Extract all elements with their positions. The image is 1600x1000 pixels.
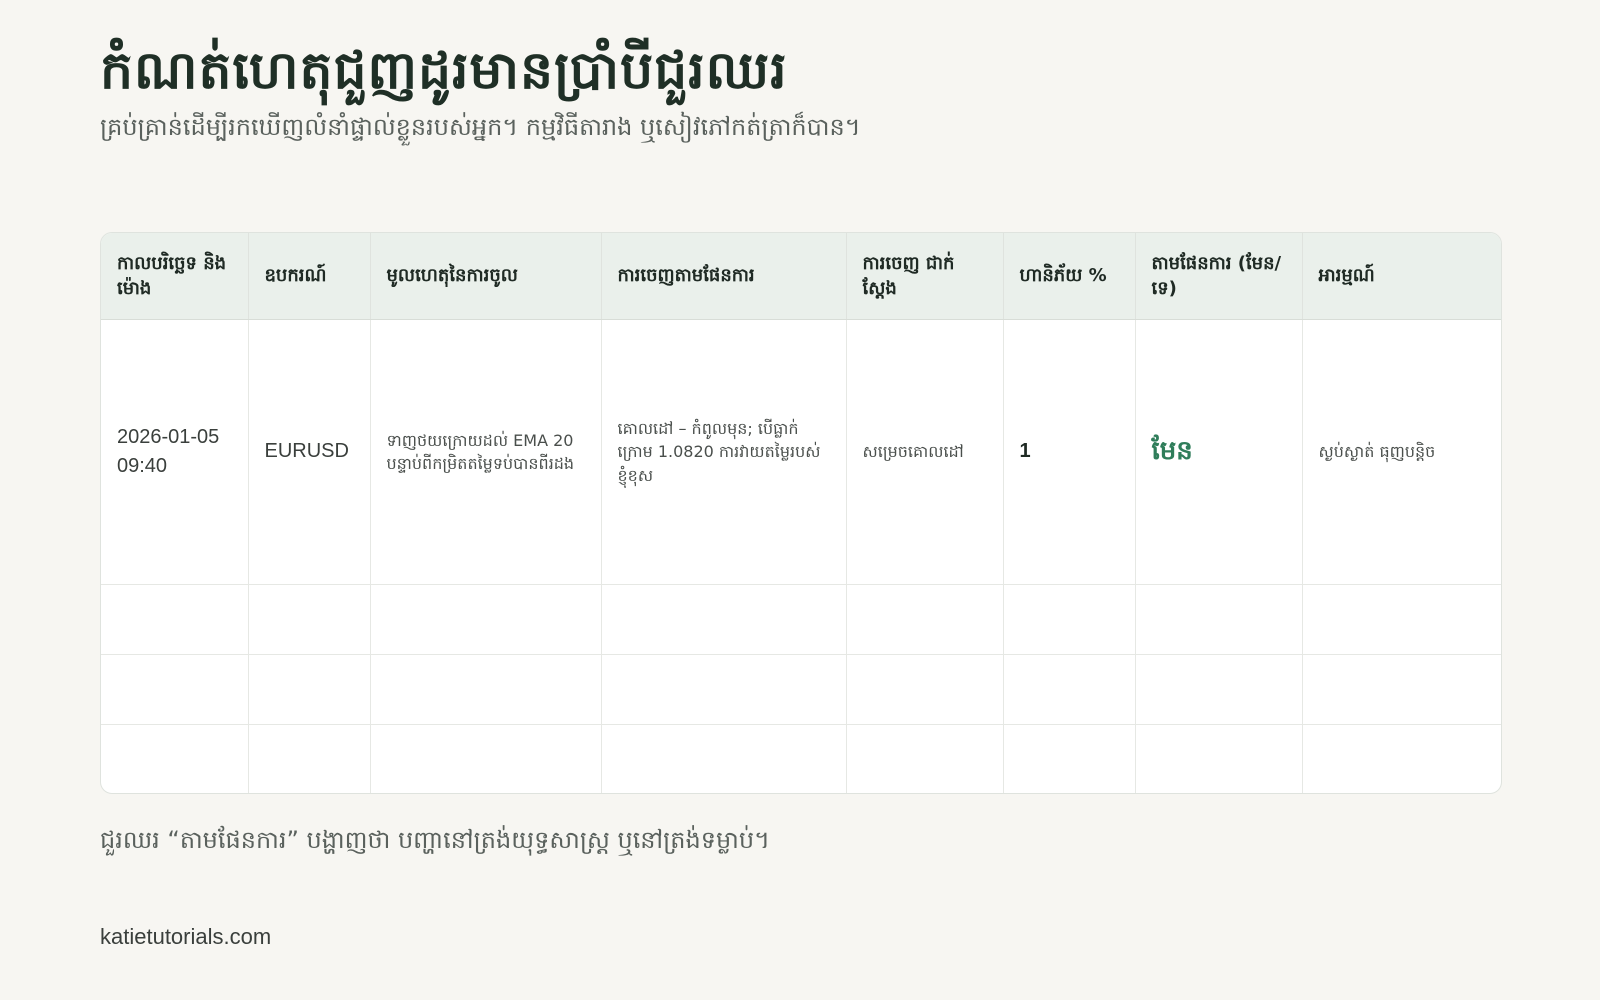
cell-followed-plan: មែន (1135, 319, 1303, 585)
cell-followed-plan (1135, 654, 1303, 725)
col-header-emotion: អារម្មណ៍ (1302, 233, 1501, 320)
cell-emotion (1302, 654, 1501, 725)
cell-datetime (101, 724, 249, 793)
site-url: katietutorials.com (100, 924, 272, 949)
col-header-followed-plan: តាមផែនការ (មែន/ទេ) (1135, 233, 1303, 320)
col-header-instrument: ឧបករណ៍ (248, 233, 371, 320)
cell-actual-exit (846, 584, 1004, 655)
cell-followed-plan (1135, 584, 1303, 655)
cell-actual-exit (846, 654, 1004, 725)
cell-entry-reason (370, 724, 602, 793)
cell-instrument: EURUSD (248, 319, 371, 585)
col-header-datetime: កាលបរិច្ឆេទ និងម៉ោង (101, 233, 249, 320)
cell-emotion (1302, 584, 1501, 655)
cell-instrument (248, 724, 371, 793)
table-row: 2026-01-05 09:40 EURUSD ទាញថយក្រោយដល់ EM… (101, 319, 1501, 585)
page-title: កំណត់ហេតុជួញដូរមានប្រាំបីជួរឈរ (100, 41, 788, 101)
table-row (101, 584, 1501, 655)
cell-risk: 1 (1003, 319, 1136, 585)
table-row (101, 724, 1501, 793)
cell-emotion (1302, 724, 1501, 793)
col-header-actual-exit: ការចេញ ជាក់ស្តែង (846, 233, 1004, 320)
footnote: ជួរឈរ “តាមផែនការ” បង្ហាញថា បញ្ហានៅត្រង់យ… (100, 826, 770, 854)
cell-risk (1003, 654, 1136, 725)
page-subtitle: គ្រប់គ្រាន់ដើម្បីរកឃើញលំនាំផ្ទាល់ខ្លួនរប… (100, 113, 861, 142)
cell-planned-exit (601, 584, 847, 655)
cell-actual-exit (846, 724, 1004, 793)
col-header-planned-exit: ការចេញតាមផែនការ (601, 233, 847, 320)
cell-datetime (101, 654, 249, 725)
cell-entry-reason: ទាញថយក្រោយដល់ EMA 20 បន្ទាប់ពីកម្រិតតម្ល… (370, 319, 602, 585)
table-row (101, 654, 1501, 725)
cell-datetime: 2026-01-05 09:40 (101, 319, 249, 585)
journal-table: កាលបរិច្ឆេទ និងម៉ោង ឧបករណ៍ មូលហេតុនៃការច… (101, 233, 1501, 793)
col-header-entry-reason: មូលហេតុនៃការចូល (370, 233, 602, 320)
cell-followed-plan (1135, 724, 1303, 793)
cell-planned-exit (601, 654, 847, 725)
cell-entry-reason (370, 654, 602, 725)
col-header-risk: ហានិភ័យ % (1003, 233, 1136, 320)
page: កំណត់ហេតុជួញដូរមានប្រាំបីជួរឈរ គ្រប់គ្រា… (100, 40, 1502, 949)
cell-actual-exit: សម្រេចគោលដៅ (846, 319, 1004, 585)
cell-instrument (248, 584, 371, 655)
cell-planned-exit (601, 724, 847, 793)
cell-risk (1003, 584, 1136, 655)
table-header-row: កាលបរិច្ឆេទ និងម៉ោង ឧបករណ៍ មូលហេតុនៃការច… (101, 233, 1501, 320)
cell-emotion: ស្ងប់ស្ងាត់ ធុញបន្តិច (1302, 319, 1501, 585)
trade-journal-table: កាលបរិច្ឆេទ និងម៉ោង ឧបករណ៍ មូលហេតុនៃការច… (100, 232, 1502, 794)
cell-instrument (248, 654, 371, 725)
cell-entry-reason (370, 584, 602, 655)
cell-risk (1003, 724, 1136, 793)
cell-datetime (101, 584, 249, 655)
cell-planned-exit: គោលដៅ – កំពូលមុន; បើធ្លាក់ក្រោម 1.0820 ក… (601, 319, 847, 585)
